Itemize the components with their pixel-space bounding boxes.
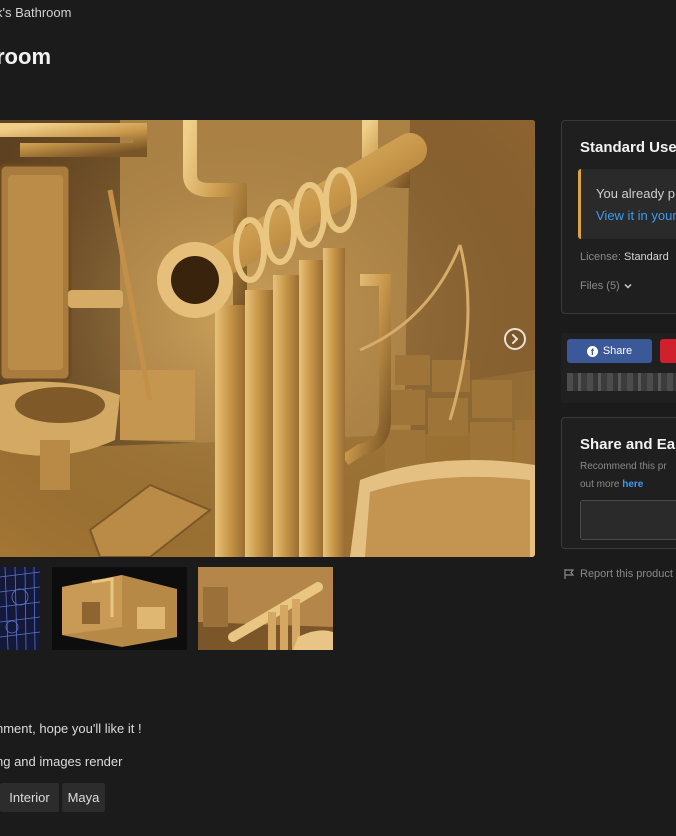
- thumbnail-image: [52, 567, 187, 650]
- next-image-button[interactable]: [504, 328, 526, 350]
- files-label: Files (5): [580, 280, 620, 292]
- license-info: License: Standard: [580, 251, 669, 263]
- share-earn-desc-text: out more: [580, 479, 620, 490]
- report-label: Report this product: [580, 568, 673, 580]
- page-title: room: [0, 44, 51, 69]
- facebook-icon: f: [586, 345, 598, 357]
- tag-maya[interactable]: Maya: [62, 783, 105, 812]
- main-preview-image[interactable]: [0, 120, 535, 557]
- thumbnail-cutaway[interactable]: [52, 567, 187, 650]
- thumbnail-closeup[interactable]: [198, 567, 333, 650]
- description-line: nment, hope you'll like it !: [0, 721, 142, 736]
- thumbnail-image: [0, 567, 40, 650]
- pinterest-share-button[interactable]: [660, 339, 676, 363]
- facebook-share-label: Share: [602, 345, 633, 357]
- notice-text: You already p: [596, 186, 676, 201]
- chevron-down-icon: [624, 283, 632, 289]
- share-earn-description: Recommend this pr out more here: [580, 458, 676, 494]
- facebook-share-button[interactable]: f Share: [567, 339, 652, 363]
- tag-interior[interactable]: Interior: [0, 783, 59, 812]
- license-value: Standard: [624, 251, 669, 263]
- license-heading: Standard Use: [580, 139, 676, 156]
- share-earn-heading: Share and Ear: [580, 436, 676, 453]
- license-card: Standard Use You already p View it in yo…: [561, 120, 676, 314]
- report-product-link[interactable]: Report this product: [563, 568, 673, 580]
- breadcrumb[interactable]: k's Bathroom: [0, 5, 71, 20]
- description-line: ng and images render: [0, 754, 123, 769]
- referral-link-field[interactable]: [580, 500, 676, 540]
- share-link-field[interactable]: [567, 373, 676, 391]
- already-purchased-notice: You already p View it in your: [578, 169, 676, 239]
- flag-icon: [564, 569, 575, 579]
- view-in-library-link[interactable]: View it in your: [596, 208, 676, 223]
- share-earn-desc-line1: Recommend this pr: [580, 461, 667, 472]
- product-page: k's Bathroom room Standard Use You alrea…: [0, 0, 676, 836]
- share-strip: f Share: [561, 333, 676, 403]
- share-earn-here-link[interactable]: here: [622, 479, 643, 490]
- bathroom-render: [0, 120, 535, 557]
- license-label: License:: [580, 251, 621, 263]
- share-earn-desc-line2: out more here: [580, 476, 676, 494]
- share-earn-card: Share and Ear Recommend this pr out more…: [561, 417, 676, 549]
- files-toggle[interactable]: Files (5): [580, 280, 632, 292]
- chevron-right-icon: [512, 334, 519, 344]
- thumbnail-wireframe[interactable]: [0, 567, 40, 650]
- thumbnail-image: [198, 567, 333, 650]
